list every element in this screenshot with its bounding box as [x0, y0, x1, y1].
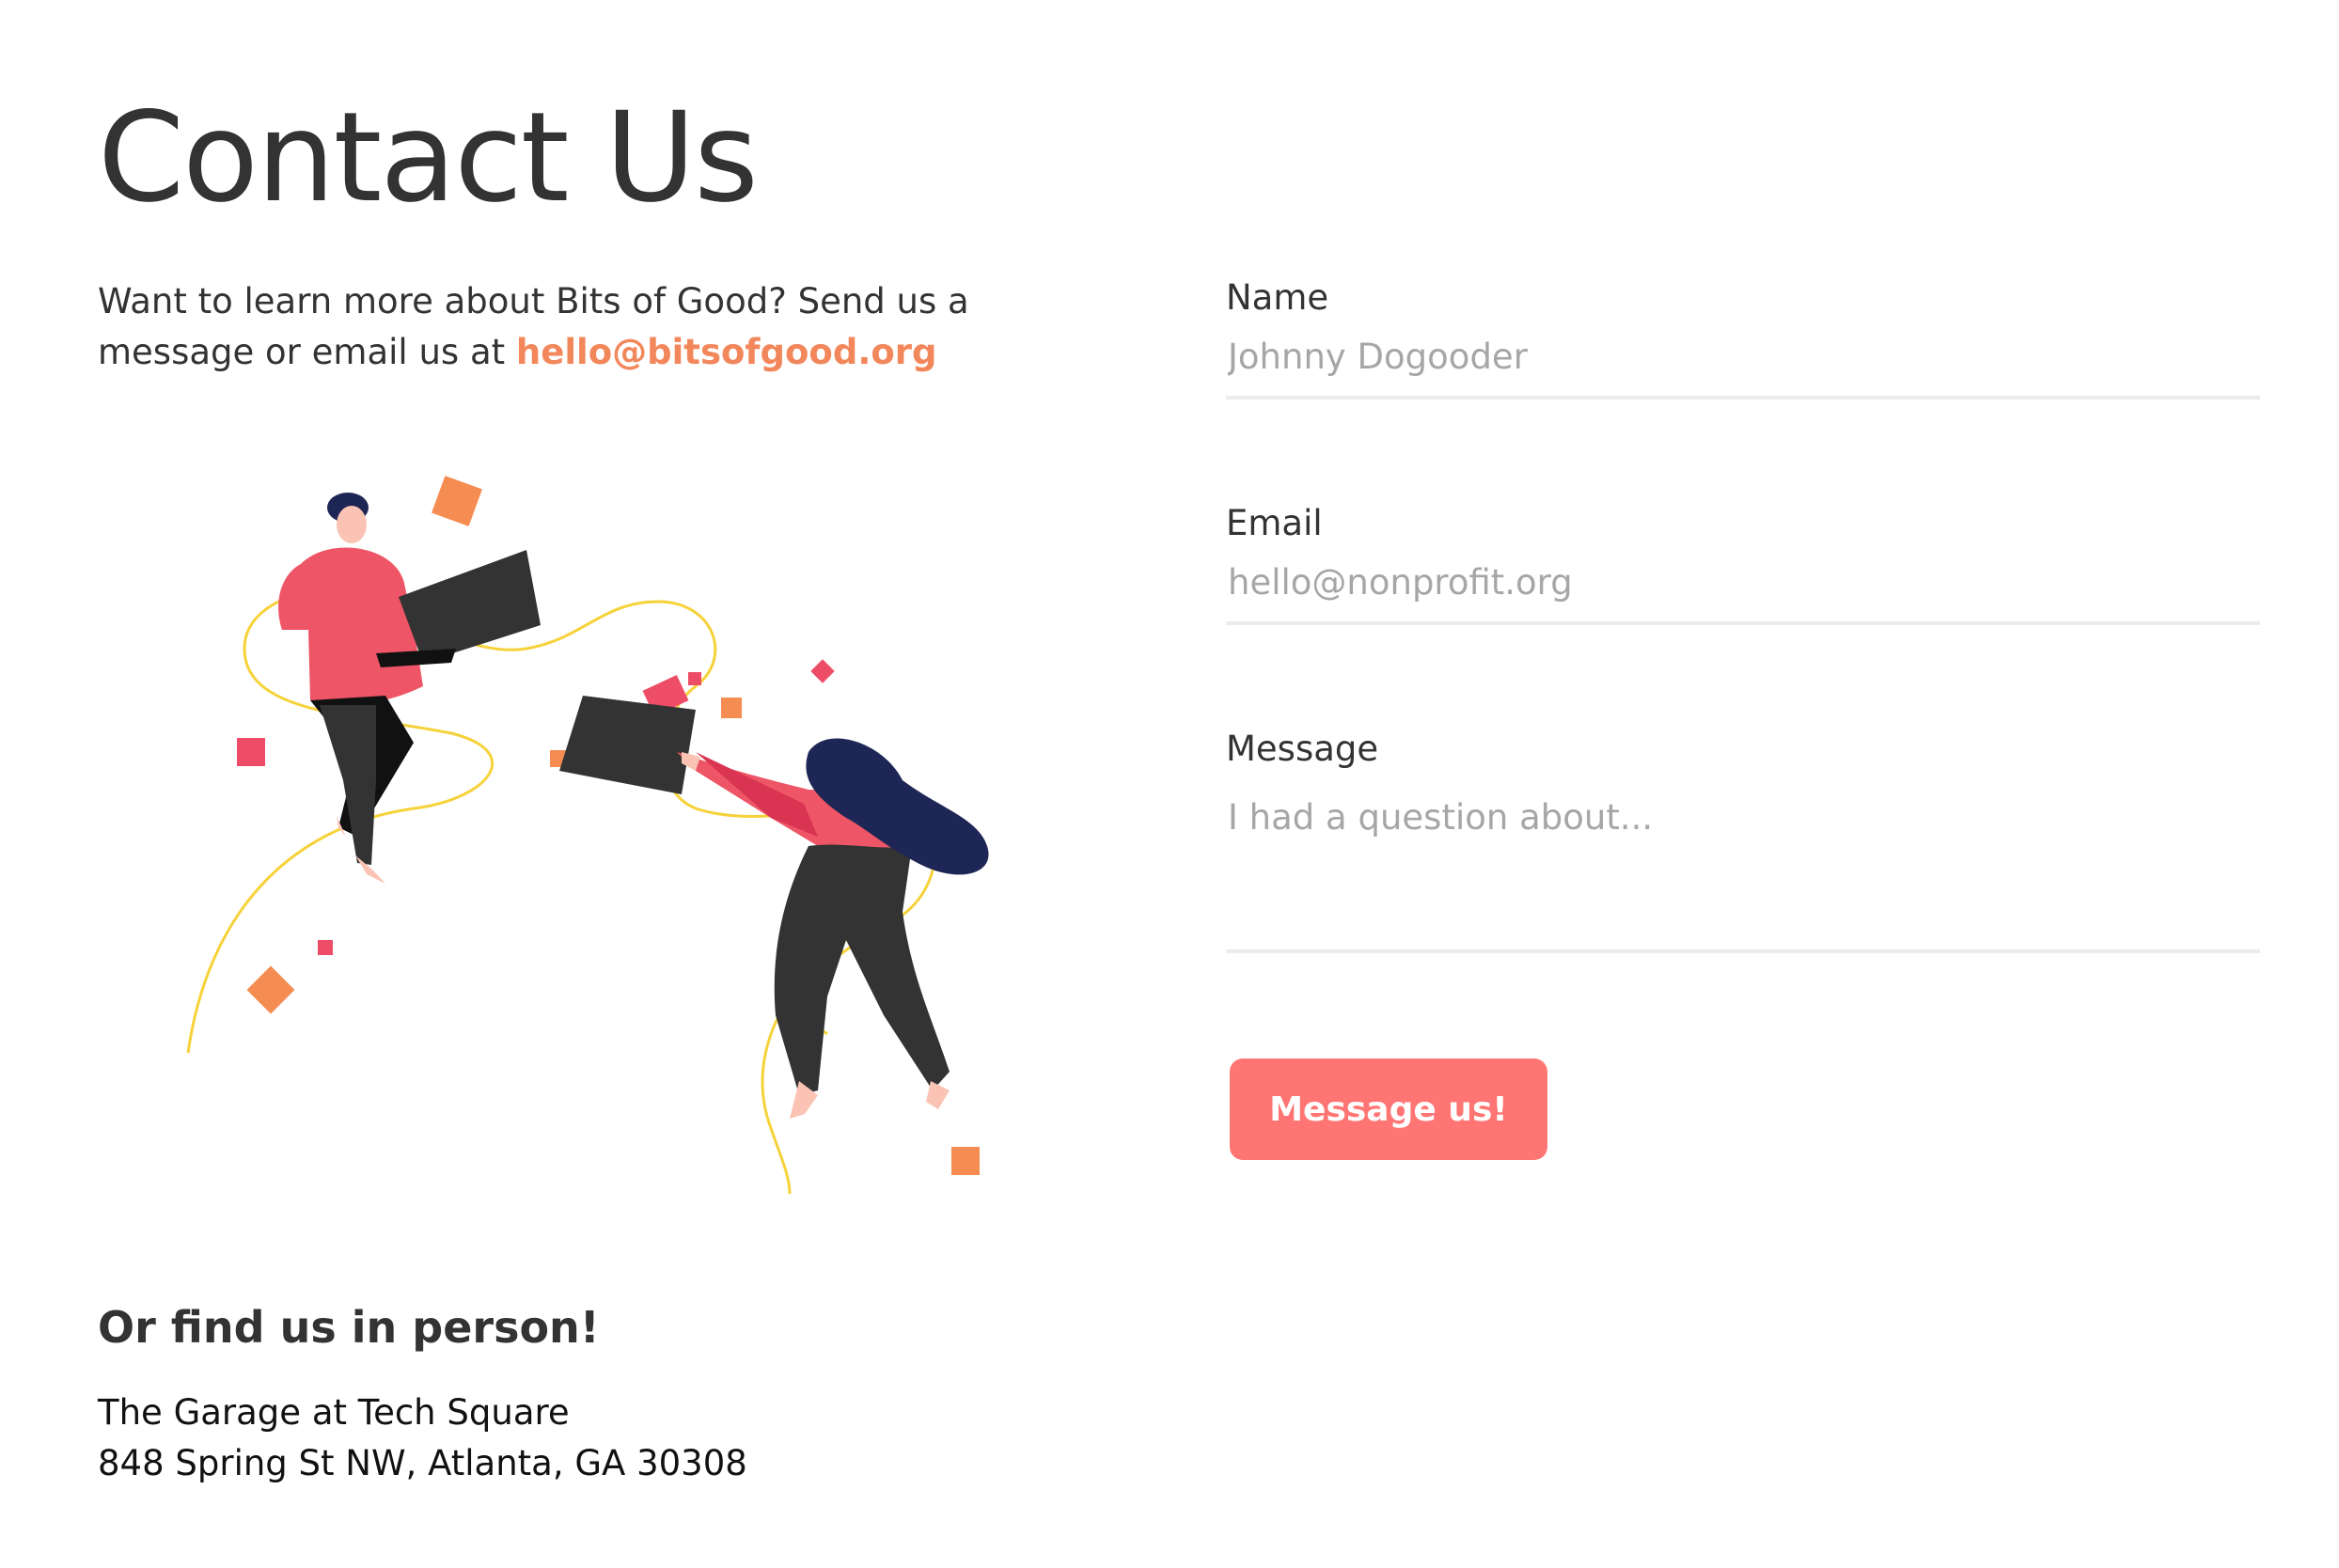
page-title: Contact Us	[98, 86, 759, 230]
confetti-shape	[237, 738, 265, 766]
people-exchanging-laptops-illustration	[186, 476, 989, 1195]
confetti-shape	[721, 698, 742, 718]
address-line-1: The Garage at Tech Square	[98, 1392, 570, 1433]
email-input[interactable]	[1226, 549, 2260, 625]
find-us-heading: Or find us in person!	[98, 1302, 600, 1353]
address-block: The Garage at Tech Square 848 Spring St …	[98, 1388, 747, 1489]
name-label: Name	[1226, 277, 1329, 318]
message-us-button[interactable]: Message us!	[1230, 1058, 1547, 1160]
confetti-shape	[688, 672, 701, 685]
confetti-shape	[951, 1147, 980, 1175]
confetti-shape	[318, 940, 333, 955]
name-input[interactable]	[1226, 323, 2260, 400]
right-person	[559, 696, 989, 1119]
left-person	[278, 493, 541, 884]
message-textarea[interactable]	[1226, 775, 2260, 953]
confetti-shape	[810, 659, 835, 683]
confetti-shape	[246, 965, 295, 1014]
address-line-2: 848 Spring St NW, Atlanta, GA 30308	[98, 1443, 747, 1483]
email-label: Email	[1226, 503, 1323, 543]
email-link[interactable]: hello@bitsofgood.org	[516, 332, 937, 372]
name-field-group: Name	[1226, 273, 2260, 400]
email-field-group: Email	[1226, 498, 2260, 625]
intro-paragraph: Want to learn more about Bits of Good? S…	[98, 276, 1132, 378]
confetti-shape	[432, 476, 482, 526]
message-label: Message	[1226, 729, 1379, 769]
message-field-group: Message	[1226, 724, 2260, 953]
